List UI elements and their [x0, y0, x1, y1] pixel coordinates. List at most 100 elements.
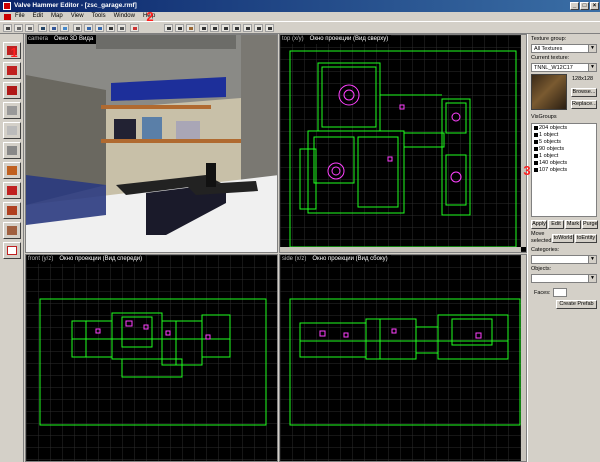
visgroups-label: VisGroups — [531, 114, 557, 120]
list-item[interactable]: 5 objects — [534, 139, 561, 145]
magnify-tool-icon[interactable] — [3, 62, 21, 79]
texture-lock-icon[interactable] — [232, 24, 241, 32]
checkbox[interactable] — [534, 125, 538, 130]
viewport-title: Окно 3D Вида — [54, 36, 94, 42]
grid-smaller-icon[interactable] — [14, 24, 23, 32]
clip-tool-icon[interactable] — [3, 202, 21, 219]
list-item[interactable]: 107 objects — [534, 167, 567, 173]
menu-map[interactable]: Map — [51, 12, 63, 21]
menu-edit[interactable]: Edit — [33, 12, 43, 21]
checkbox[interactable] — [534, 153, 538, 158]
camera-scene — [26, 35, 277, 252]
title-bar: Valve Hammer Editor - [zsc_garage.rmf] _… — [0, 0, 600, 12]
flat-shaded-icon[interactable] — [49, 24, 58, 32]
carve-icon[interactable] — [95, 24, 104, 32]
to-world-button[interactable]: toWorld — [552, 234, 574, 243]
top-horizontal-scrollbar[interactable] — [280, 247, 521, 252]
grid-icon[interactable] — [3, 24, 12, 32]
texture-tool-icon[interactable] — [3, 142, 21, 159]
browse-button[interactable]: Browse... — [571, 88, 597, 97]
edit-button[interactable]: Edit — [548, 220, 564, 229]
checkbox[interactable] — [534, 132, 538, 137]
texture-group-select[interactable]: All Textures ▼ — [531, 44, 597, 53]
list-item[interactable]: 1 object — [534, 153, 558, 159]
current-texture-select[interactable]: TNNL_W12C17 ▼ — [531, 63, 597, 72]
app-icon — [3, 2, 11, 10]
top-grid — [280, 35, 526, 252]
camera-tool-icon[interactable] — [3, 82, 21, 99]
top-viewport[interactable]: top (x/y) Окно проекции (Вид сверху) — [279, 34, 527, 253]
top-viewport-label: top (x/y) Окно проекции (Вид сверху) — [281, 35, 392, 44]
menu-tools[interactable]: Tools — [92, 12, 106, 21]
apply-texture-icon[interactable] — [3, 162, 21, 179]
grid-larger-icon[interactable] — [25, 24, 34, 32]
handles-icon[interactable] — [265, 24, 274, 32]
apply-button[interactable]: Apply — [531, 220, 547, 229]
block-tool-icon[interactable] — [3, 122, 21, 139]
checkbox[interactable] — [534, 146, 538, 151]
to-entity-button[interactable]: toEntity — [575, 234, 597, 243]
entity-tool-icon[interactable] — [3, 102, 21, 119]
objects-label: Objects: — [531, 266, 552, 272]
tool-palette — [0, 34, 24, 462]
group-icon[interactable] — [199, 24, 208, 32]
chevron-down-icon: ▼ — [588, 64, 596, 71]
categories-select[interactable]: ▼ — [531, 255, 597, 264]
undo-icon[interactable] — [117, 24, 126, 32]
replace-button[interactable]: Replace... — [571, 100, 597, 109]
list-item[interactable]: 204 objects — [534, 125, 567, 131]
menu-bar: File Edit Map View Tools Window Help — [0, 12, 600, 21]
menu-file[interactable]: File — [15, 12, 25, 21]
wireframe-icon[interactable] — [38, 24, 47, 32]
front-viewport[interactable]: front (y/z) Окно проекции (Вид спереди) — [25, 254, 278, 462]
compile-icon[interactable] — [106, 24, 115, 32]
move-selected-label: selected: — [531, 238, 554, 244]
objects-select[interactable]: ▼ — [531, 274, 597, 283]
viewport-key: camera — [28, 36, 49, 42]
window-title: Valve Hammer Editor - [zsc_garage.rmf] — [14, 2, 137, 9]
visgroups-list[interactable]: 204 objects 1 object 5 objects 90 object… — [531, 123, 597, 217]
mark-button[interactable]: Mark — [565, 220, 581, 229]
texture-preview — [531, 74, 567, 110]
menu-window[interactable]: Window — [114, 12, 135, 21]
close-button[interactable]: × — [590, 2, 599, 10]
list-item[interactable]: 140 objects — [534, 160, 567, 166]
faces-label: Faces: — [534, 290, 551, 296]
chevron-down-icon: ▼ — [588, 256, 596, 263]
purge-button[interactable]: Purge — [582, 220, 598, 229]
chevron-down-icon: ▼ — [588, 45, 596, 52]
menu-view[interactable]: View — [71, 12, 84, 21]
snap-icon[interactable] — [243, 24, 252, 32]
load-window-icon[interactable] — [73, 24, 82, 32]
create-prefab-button[interactable]: Create Prefab — [556, 300, 597, 309]
cut-icon[interactable] — [164, 24, 173, 32]
path-tool-icon[interactable] — [3, 242, 21, 259]
selection-icon[interactable] — [254, 24, 263, 32]
viewport-title: Окно проекции (Вид спереди) — [59, 256, 143, 262]
entity-report-icon[interactable] — [84, 24, 93, 32]
list-item[interactable]: 1 object — [534, 132, 558, 138]
side-viewport[interactable]: side (x/z) Окно проекции (Вид сбоку) — [279, 254, 527, 462]
ungroup-icon[interactable] — [210, 24, 219, 32]
annotation-marker-3: 3 — [523, 163, 531, 178]
checkbox[interactable] — [534, 167, 538, 172]
texture-group-label: Texture group: — [531, 36, 567, 42]
viewport-title: Окно проекции (Вид сбоку) — [312, 256, 388, 262]
list-item[interactable]: 90 objects — [534, 146, 564, 152]
textured-icon[interactable] — [60, 24, 69, 32]
chevron-down-icon: ▼ — [588, 275, 596, 282]
decal-tool-icon[interactable] — [3, 182, 21, 199]
maximize-button[interactable]: □ — [580, 2, 589, 10]
copy-icon[interactable] — [175, 24, 184, 32]
checkbox[interactable] — [534, 160, 538, 165]
vertex-tool-icon[interactable] — [3, 222, 21, 239]
run-map-icon[interactable] — [130, 24, 139, 32]
document-icon — [4, 13, 11, 20]
checkbox[interactable] — [534, 139, 538, 144]
minimize-button[interactable]: _ — [570, 2, 579, 10]
viewport-key: side (x/z) — [282, 256, 307, 262]
paste-icon[interactable] — [186, 24, 195, 32]
hide-icon[interactable] — [221, 24, 230, 32]
faces-input[interactable] — [553, 288, 567, 297]
camera-viewport[interactable]: camera Окно 3D Вида — [25, 34, 278, 253]
